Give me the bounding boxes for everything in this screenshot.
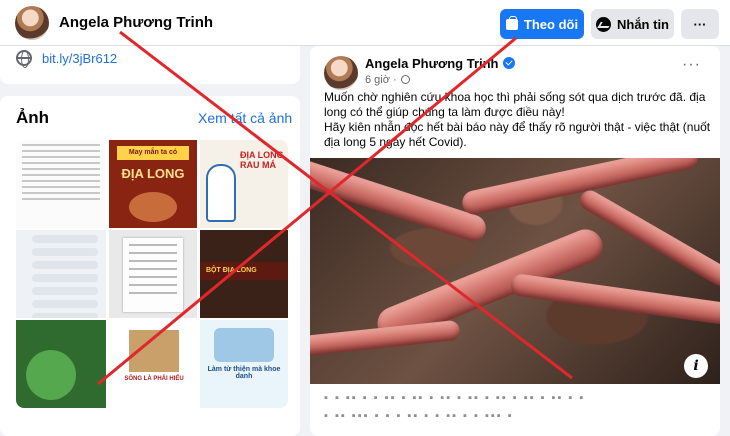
photo-thumbnail-cartoon[interactable]: ĐỊA LONG RAU MÁ [200,140,288,228]
blurred-text: ▪ ▪▪ ▪▪▪ ▪ ▪ ▪ ▪▪ ▪ ▪ ▪▪ ▪ ▪ ▪▪▪ ▪ [324,410,514,422]
post-time-text[interactable]: 6 giờ · [365,74,397,86]
photo-thumbnail-dia-long-poster[interactable]: May mắn ta có ĐỊA LONG [109,140,197,228]
post-timestamp[interactable]: 6 giờ · [365,74,410,86]
photos-card: Ảnh Xem tất cả ảnh May mắn ta có ĐỊA LON… [0,96,300,436]
follow-button[interactable]: Theo dõi [500,9,584,39]
info-icon[interactable]: i [684,354,708,378]
messenger-icon [596,16,611,32]
photo-grid: May mắn ta có ĐỊA LONG ĐỊA LONG RAU MÁ B… [16,140,288,408]
building-caption: SỐNG LÀ PHẢI HIỂU [124,376,184,382]
photo-thumbnail-document[interactable] [16,140,106,228]
verified-icon [502,57,515,69]
post-text-line: Muốn chờ nghiên cứu khoa học thì phải số… [324,90,706,119]
photo-thumbnail-green[interactable] [16,320,106,408]
website-link[interactable]: bit.ly/3jBr612 [42,51,117,66]
public-globe-icon [400,75,410,84]
profile-header-bar: Angela Phương Trinh Theo dõi Nhắn tin ··… [0,0,730,46]
post-text-line: Hãy kiên nhẫn đọc hết bài báo này để thấ… [324,120,711,149]
profile-name[interactable]: Angela Phương Trinh [59,14,213,31]
post-author-name[interactable]: Angela Phương Trinh [365,56,499,71]
photo-thumbnail-chat[interactable] [16,230,106,318]
cartoon-text: ĐỊA LONG RAU MÁ [240,150,284,170]
photo-thumbnail-paper[interactable] [109,230,197,318]
post-text: Muốn chờ nghiên cứu khoa học thì phải số… [324,90,714,150]
post-image-earthworms[interactable]: i [310,158,720,384]
powder-caption: BỘT ĐỊA LONG [200,262,288,280]
profile-avatar[interactable] [15,6,49,40]
photos-title: Ảnh [16,108,50,127]
photo-thumbnail-charity[interactable]: Làm từ thiện mà khoe danh [200,320,288,408]
globe-icon [16,50,32,68]
bag-icon [505,15,518,30]
post-author[interactable]: Angela Phương Trinh [365,56,515,71]
blurred-text: ▪ ▪ ▪▪ ▪ ▪ ▪▪ ▪ ▪▪ ▪ ▪▪ ▪ ▪▪ ▪ ▪▪ ▪ ▪▪ ▪… [324,392,586,404]
message-button[interactable]: Nhắn tin [591,9,674,39]
see-all-photos-link[interactable]: Xem tất cả ảnh [198,110,292,126]
poster-caption: May mắn ta có [117,146,189,160]
post-author-avatar[interactable] [324,56,358,90]
website-link-row[interactable]: bit.ly/3jBr612 [16,50,117,68]
post-more-button[interactable]: ··· [682,56,701,74]
photo-thumbnail-building[interactable]: SỐNG LÀ PHẢI HIỂU [109,320,197,408]
photo-thumbnail-powder[interactable]: BỘT ĐỊA LONG [200,230,288,318]
charity-caption: Làm từ thiện mà khoe danh [207,366,281,380]
post-card: Angela Phương Trinh 6 giờ · ··· Muốn chờ… [310,46,720,436]
poster-title: ĐỊA LONG [121,166,185,181]
more-options-button[interactable]: ··· [681,9,719,39]
message-label: Nhắn tin [617,16,669,32]
follow-label: Theo dõi [523,16,579,32]
